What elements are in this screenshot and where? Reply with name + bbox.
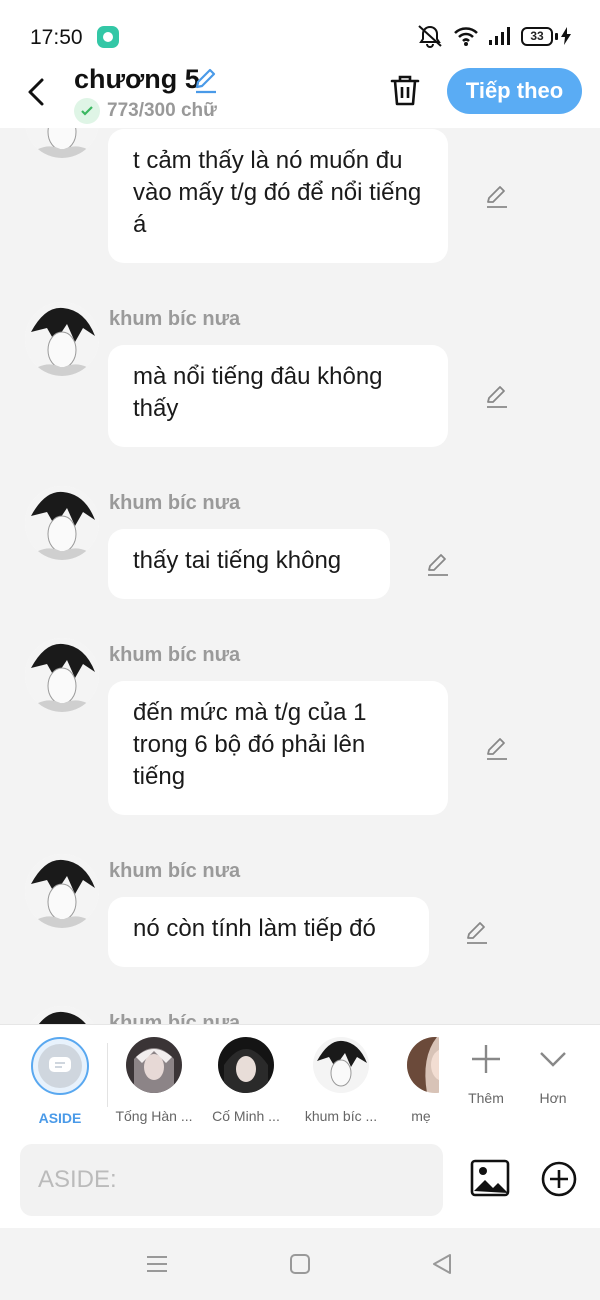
character-item[interactable]: khum bíc ... bbox=[298, 1037, 384, 1124]
character-name: Cố Minh ... bbox=[212, 1108, 280, 1124]
message-bubble: thấy tai tiếng không bbox=[108, 529, 390, 599]
character-aside[interactable]: ASIDE bbox=[22, 1037, 98, 1126]
sender-name: khum bíc nưa bbox=[109, 1012, 241, 1024]
wifi-icon bbox=[454, 27, 478, 46]
chapter-header: chương 5 773/300 chữ Tiếp theo bbox=[0, 62, 600, 128]
pencil-icon bbox=[487, 386, 507, 408]
next-button[interactable]: Tiếp theo bbox=[447, 68, 582, 114]
insert-image-button[interactable] bbox=[470, 1158, 510, 1203]
avatar bbox=[313, 1037, 369, 1093]
charging-icon bbox=[561, 27, 571, 45]
avatar bbox=[25, 1006, 99, 1024]
avatar bbox=[25, 638, 99, 712]
plus-icon bbox=[472, 1045, 500, 1073]
sender-name: khum bíc nưa bbox=[109, 492, 241, 514]
character-item[interactable]: mẹ bbox=[403, 1037, 439, 1124]
avatar bbox=[25, 128, 99, 158]
system-nav-bar bbox=[0, 1228, 600, 1300]
nav-menu-button[interactable] bbox=[145, 1252, 169, 1281]
trash-icon bbox=[390, 75, 420, 106]
status-time: 17:50 bbox=[30, 26, 83, 49]
chapter-title: chương 5 bbox=[74, 64, 200, 94]
pencil-icon bbox=[487, 186, 507, 208]
delete-button[interactable] bbox=[387, 72, 423, 113]
add-label: Thêm bbox=[468, 1090, 504, 1106]
aside-avatar bbox=[31, 1037, 89, 1095]
back-arrow-icon bbox=[28, 78, 44, 106]
chat-area[interactable]: t cảm thấy là nó muốn đu vào mấy t/g đó … bbox=[0, 128, 600, 1024]
character-name: Tống Hàn ... bbox=[115, 1108, 193, 1124]
triangle-back-icon bbox=[433, 1254, 451, 1274]
message-bubble: đến mức mà t/g của 1 trong 6 bộ đó phải … bbox=[108, 681, 448, 815]
chevron-down-icon bbox=[540, 1052, 566, 1067]
nav-home-button[interactable] bbox=[288, 1252, 312, 1281]
avatar bbox=[25, 854, 99, 928]
edit-message-button[interactable] bbox=[484, 183, 510, 214]
message-input[interactable] bbox=[20, 1144, 443, 1216]
character-name: khum bíc ... bbox=[304, 1108, 378, 1124]
battery-level: 33 bbox=[521, 26, 553, 46]
message-bubble: nó còn tính làm tiếp đó bbox=[108, 897, 429, 967]
word-count: 773/300 chữ bbox=[107, 100, 217, 121]
character-name: mẹ bbox=[411, 1108, 431, 1124]
pencil-icon bbox=[487, 738, 507, 760]
pencil-icon bbox=[195, 68, 216, 94]
sender-name: khum bíc nưa bbox=[109, 644, 241, 666]
status-icons: 33 bbox=[416, 24, 572, 48]
edit-title-button[interactable] bbox=[192, 66, 220, 99]
character-bar: ASIDE Tống Hàn ... Cố Minh ... khum bíc … bbox=[0, 1024, 600, 1134]
chat-bubble-icon bbox=[49, 1057, 71, 1072]
pencil-icon bbox=[428, 554, 448, 576]
check-icon bbox=[74, 98, 100, 124]
edit-message-button[interactable] bbox=[464, 919, 490, 950]
sender-name: khum bíc nưa bbox=[109, 308, 241, 330]
avatar bbox=[218, 1037, 274, 1093]
composer bbox=[0, 1132, 600, 1228]
back-button[interactable] bbox=[20, 70, 56, 110]
image-icon bbox=[470, 1159, 510, 1197]
edit-message-button[interactable] bbox=[484, 383, 510, 414]
signal-icon bbox=[489, 27, 510, 45]
edit-message-button[interactable] bbox=[425, 551, 451, 582]
more-label: Hơn bbox=[539, 1090, 567, 1106]
pencil-icon bbox=[467, 922, 487, 944]
battery-indicator: 33 bbox=[521, 26, 572, 46]
square-icon bbox=[290, 1254, 310, 1274]
plus-circle-icon bbox=[541, 1161, 577, 1197]
sender-name: khum bíc nưa bbox=[109, 860, 241, 882]
edit-message-button[interactable] bbox=[484, 735, 510, 766]
character-item[interactable]: Cố Minh ... bbox=[203, 1037, 289, 1124]
menu-icon bbox=[147, 1256, 167, 1272]
word-count-row: 773/300 chữ bbox=[74, 98, 217, 124]
avatar bbox=[126, 1037, 182, 1093]
status-bar: 17:50 33 bbox=[0, 0, 600, 62]
add-button[interactable] bbox=[540, 1160, 578, 1203]
notification-app-icon bbox=[97, 26, 119, 48]
aside-label: ASIDE bbox=[38, 1110, 82, 1126]
message-bubble: t cảm thấy là nó muốn đu vào mấy t/g đó … bbox=[108, 129, 448, 263]
avatar bbox=[25, 302, 99, 376]
character-item[interactable]: Tống Hàn ... bbox=[111, 1037, 197, 1124]
divider bbox=[107, 1043, 108, 1107]
more-button[interactable]: Hơn bbox=[530, 1039, 576, 1106]
nav-back-button[interactable] bbox=[430, 1252, 454, 1281]
avatar bbox=[407, 1037, 439, 1093]
avatar bbox=[25, 486, 99, 560]
message-bubble: mà nổi tiếng đâu không thấy bbox=[108, 345, 448, 447]
bell-muted-icon bbox=[418, 25, 442, 48]
add-character-button[interactable]: Thêm bbox=[462, 1039, 510, 1106]
